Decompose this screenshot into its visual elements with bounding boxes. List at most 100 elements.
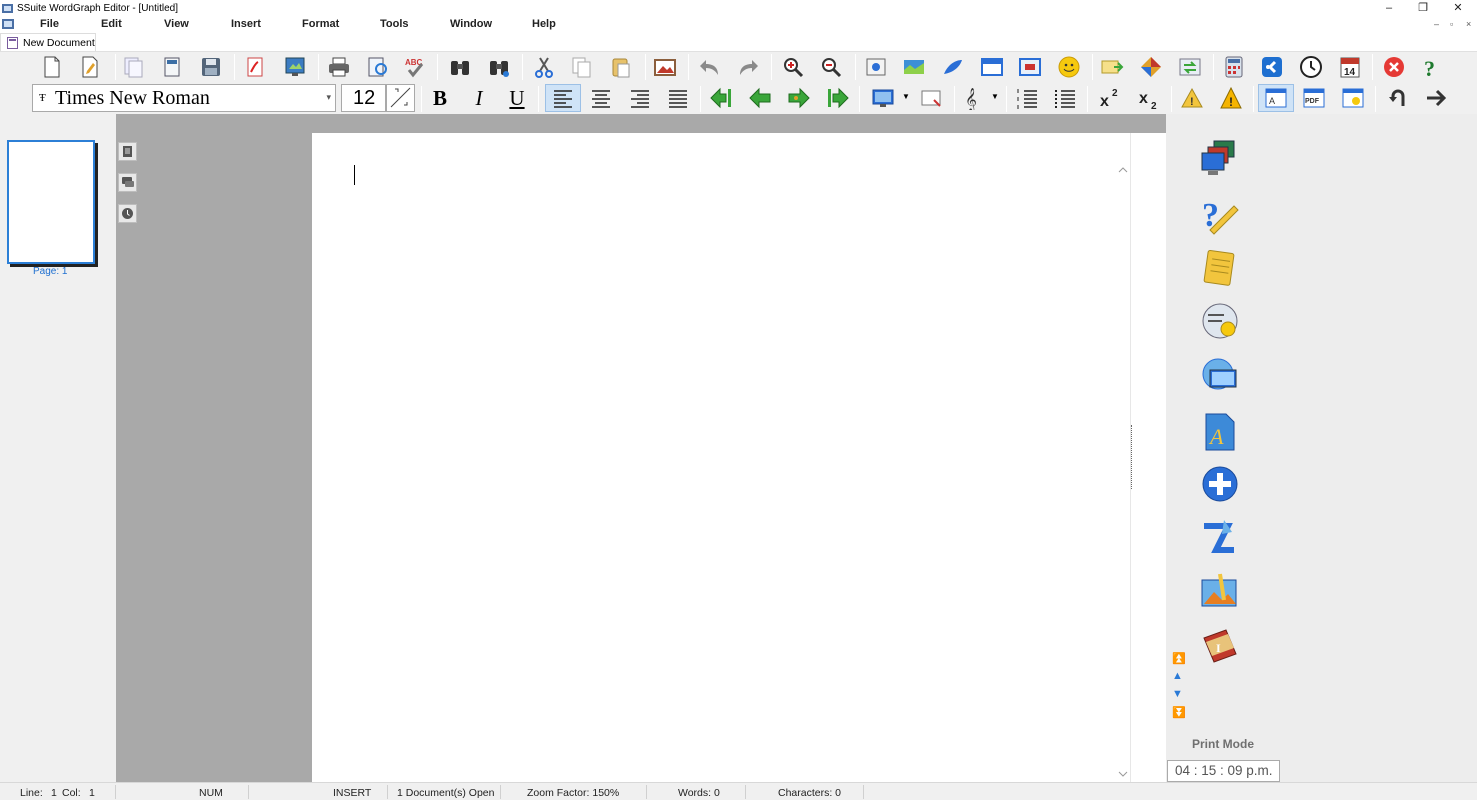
close-document-icon[interactable]	[1380, 54, 1408, 80]
document-page[interactable]	[312, 133, 1130, 782]
mdi-restore-button[interactable]: ▫	[1450, 19, 1453, 29]
find-icon[interactable]	[446, 54, 474, 80]
back-icon[interactable]	[1258, 54, 1286, 80]
font-name-select[interactable]: Ŧ Times New Roman ▾	[32, 84, 336, 112]
comments-view-icon[interactable]	[118, 173, 137, 192]
page-thumbnail[interactable]	[7, 140, 95, 264]
undo-icon[interactable]	[696, 54, 724, 80]
mdi-close-button[interactable]: ×	[1466, 19, 1471, 29]
forward-arrow-icon[interactable]	[1422, 85, 1450, 111]
menu-file[interactable]: File	[40, 18, 59, 30]
print-icon[interactable]	[325, 54, 353, 80]
insert-drawing-icon[interactable]	[939, 54, 967, 80]
history-view-icon[interactable]	[118, 204, 137, 223]
menu-help[interactable]: Help	[532, 18, 556, 30]
minimize-button[interactable]: –	[1371, 0, 1407, 17]
export-pdf-icon[interactable]	[241, 54, 269, 80]
warning-icon[interactable]: !	[1178, 85, 1206, 111]
mdi-minimize-button[interactable]: –	[1434, 19, 1439, 29]
print-layout-button[interactable]: A	[1258, 84, 1294, 112]
scroll-up-arrow-icon[interactable]	[1118, 166, 1128, 174]
text-box-icon[interactable]	[918, 85, 946, 111]
symbol-icon[interactable]: 𝄞	[958, 85, 986, 111]
color-palette-icon[interactable]	[1137, 54, 1165, 80]
save-icon[interactable]	[197, 54, 225, 80]
menu-view[interactable]: View	[164, 18, 189, 30]
help-icon[interactable]: ?	[1418, 54, 1446, 80]
menu-edit[interactable]: Edit	[101, 18, 122, 30]
insert-picture-icon[interactable]	[651, 54, 679, 80]
smiley-icon[interactable]	[1055, 54, 1083, 80]
subscript-icon[interactable]: x2	[1135, 85, 1163, 111]
multi-window-icon[interactable]	[1198, 137, 1242, 181]
align-left-button[interactable]	[545, 84, 581, 112]
dictionary-icon[interactable]: I	[1198, 624, 1242, 668]
outdent-icon[interactable]	[746, 85, 774, 111]
image-editor-icon[interactable]	[1198, 570, 1242, 614]
new-document-icon[interactable]	[38, 54, 66, 80]
pages-view-icon[interactable]	[118, 142, 137, 161]
bullet-list-icon[interactable]	[1051, 85, 1079, 111]
publish-icon[interactable]	[281, 54, 309, 80]
sync-icon[interactable]	[1176, 54, 1204, 80]
clock-icon[interactable]	[1297, 54, 1325, 80]
calculator-icon[interactable]	[1220, 54, 1248, 80]
insert-frame-icon[interactable]	[1016, 54, 1044, 80]
menu-format[interactable]: Format	[302, 18, 339, 30]
underline-button[interactable]: U	[503, 85, 531, 111]
indent-icon[interactable]	[785, 85, 813, 111]
font-manager-icon[interactable]: A	[1198, 410, 1242, 454]
help-wizard-icon[interactable]: ?	[1198, 192, 1242, 236]
page-color-dropdown[interactable]: ▼	[902, 92, 910, 101]
zoom-in-icon[interactable]	[779, 54, 807, 80]
align-right-button[interactable]	[626, 85, 654, 111]
superscript-icon[interactable]: x2	[1096, 85, 1124, 111]
menu-insert[interactable]: Insert	[231, 18, 261, 30]
zoom-out-icon[interactable]	[817, 54, 845, 80]
insert-chart-icon[interactable]	[900, 54, 928, 80]
insert-image-icon[interactable]	[862, 54, 890, 80]
export-pdf-view-icon[interactable]: PDF	[1300, 85, 1328, 111]
alert-icon[interactable]: !	[1217, 85, 1245, 111]
email-icon[interactable]	[1098, 54, 1126, 80]
symbol-dropdown[interactable]: ▼	[991, 92, 999, 101]
italic-button[interactable]: I	[465, 85, 493, 111]
rotate-back-icon[interactable]	[1384, 85, 1412, 111]
redo-icon[interactable]	[734, 54, 762, 80]
numbered-list-icon[interactable]	[1013, 85, 1041, 111]
add-icon[interactable]	[1198, 462, 1242, 506]
document-menu-icon[interactable]	[2, 18, 16, 32]
spell-check-icon[interactable]: ABC	[401, 54, 429, 80]
menu-window[interactable]: Window	[450, 18, 492, 30]
scroll-down-icon[interactable]: ▼	[1172, 688, 1183, 700]
font-size-input[interactable]: 12	[341, 84, 386, 112]
quick-launch-icon[interactable]	[1198, 516, 1242, 560]
increase-indent-icon[interactable]	[824, 85, 852, 111]
copy-icon[interactable]	[568, 54, 596, 80]
scroll-up-icon[interactable]: ▲	[1172, 670, 1183, 682]
vertical-scrollbar[interactable]	[1115, 164, 1131, 782]
close-window-button[interactable]: ✕	[1440, 0, 1476, 17]
bold-button[interactable]: B	[426, 85, 454, 111]
menu-tools[interactable]: Tools	[380, 18, 409, 30]
scroll-bottom-icon[interactable]: ⏬	[1172, 706, 1186, 719]
notepad-icon[interactable]	[1198, 246, 1242, 290]
font-size-spinner[interactable]	[386, 84, 415, 112]
page-color-icon[interactable]	[869, 85, 897, 111]
restore-button[interactable]: ❐	[1405, 0, 1441, 17]
calendar-icon[interactable]: 14	[1336, 54, 1364, 80]
new-template-icon[interactable]	[76, 54, 104, 80]
document-tab[interactable]: New Document	[0, 33, 96, 51]
align-center-button[interactable]	[587, 85, 615, 111]
print-preview-icon[interactable]	[364, 54, 392, 80]
decrease-indent-icon[interactable]	[707, 85, 735, 111]
open-documents-icon[interactable]	[120, 54, 148, 80]
emoji-view-icon[interactable]	[1339, 85, 1367, 111]
open-file-icon[interactable]	[158, 54, 186, 80]
splitter-grip[interactable]	[1131, 425, 1133, 489]
justify-button[interactable]	[664, 85, 692, 111]
scroll-down-arrow-icon[interactable]	[1118, 770, 1128, 778]
find-replace-icon[interactable]	[485, 54, 513, 80]
chat-icon[interactable]	[1198, 299, 1242, 343]
cut-icon[interactable]	[530, 54, 558, 80]
